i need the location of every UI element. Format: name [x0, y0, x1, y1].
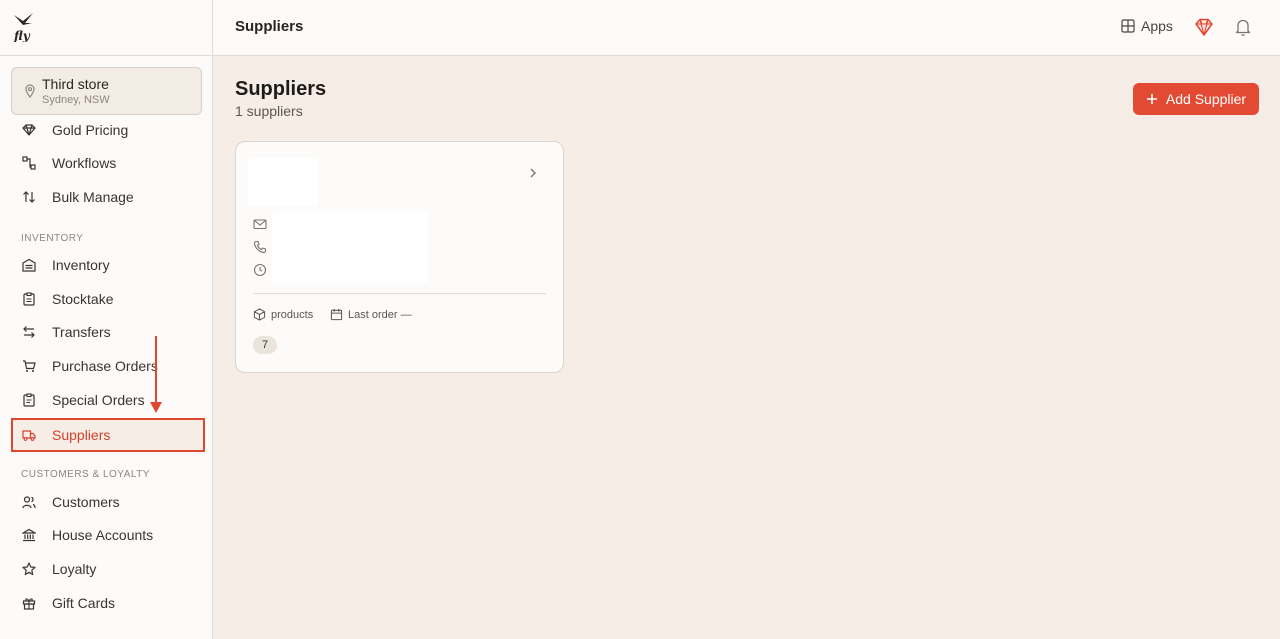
sidebar-item-label: Gold Pricing — [52, 122, 129, 138]
annotation-arrow-head — [150, 402, 162, 413]
apps-button[interactable]: Apps — [1121, 18, 1173, 34]
bank-icon — [21, 527, 37, 543]
products-meta: products — [253, 308, 313, 321]
mail-icon — [253, 219, 267, 230]
bell-icon[interactable] — [1234, 17, 1252, 37]
add-supplier-label: Add Supplier — [1165, 91, 1247, 107]
gift-icon — [21, 595, 37, 611]
sidebar-item-loyalty[interactable]: Loyalty — [11, 552, 205, 586]
truck-icon — [21, 427, 37, 443]
location-pin-icon — [25, 84, 35, 98]
sidebar-item-label: Bulk Manage — [52, 189, 134, 205]
box-icon — [253, 308, 266, 321]
page-title: Suppliers — [235, 78, 327, 100]
sidebar-item-label: Stocktake — [52, 291, 114, 307]
sort-arrows-icon — [21, 189, 37, 205]
sidebar-item-inventory[interactable]: Inventory — [11, 248, 205, 282]
gem-icon[interactable] — [1194, 17, 1214, 37]
sidebar-item-label: Purchase Orders — [52, 358, 158, 374]
apps-label: Apps — [1141, 18, 1173, 34]
sidebar-item-label: Gift Cards — [52, 595, 116, 611]
sidebar-item-gift-cards[interactable]: Gift Cards — [11, 586, 205, 620]
gem-icon — [21, 122, 37, 138]
section-label-customers-loyalty: CUSTOMERS & LOYALTY — [21, 469, 150, 480]
clipboard-icon — [21, 291, 37, 307]
chevron-right-icon[interactable] — [528, 166, 538, 180]
phone-icon — [253, 240, 267, 254]
supplier-card[interactable]: products Last order — 7 — [235, 141, 564, 373]
header-title: Suppliers — [235, 18, 304, 35]
sidebar-item-label: Workflows — [52, 155, 117, 171]
sidebar-item-label: Suppliers — [52, 427, 111, 443]
product-count-badge: 7 — [253, 336, 277, 354]
sidebar-item-label: Inventory — [52, 257, 110, 273]
sidebar-item-purchase-orders[interactable]: Purchase Orders — [11, 349, 205, 383]
products-label: products — [271, 308, 314, 321]
workflow-icon — [21, 155, 37, 171]
section-label-inventory: INVENTORY — [21, 233, 84, 244]
inventory-icon — [21, 257, 37, 273]
store-name: Third store — [42, 76, 109, 92]
sidebar-item-transfers[interactable]: Transfers — [11, 315, 205, 349]
fly-logo-icon[interactable]: fly — [12, 12, 36, 42]
sidebar-item-label: Loyalty — [52, 561, 97, 577]
transfer-icon — [21, 324, 37, 340]
sidebar-item-house-accounts[interactable]: House Accounts — [11, 518, 205, 552]
card-divider — [253, 293, 546, 294]
add-supplier-button[interactable]: Add Supplier — [1133, 83, 1259, 115]
users-icon — [21, 494, 37, 510]
supplier-count: 1 suppliers — [235, 103, 303, 119]
sidebar-item-stocktake[interactable]: Stocktake — [11, 282, 205, 316]
sidebar: fly Third store Sydney, NSW Gold Pricing… — [0, 0, 213, 639]
sidebar-item-bulk-manage[interactable]: Bulk Manage — [11, 180, 205, 214]
star-icon — [21, 561, 37, 577]
clock-icon — [253, 263, 267, 277]
svg-text:fly: fly — [13, 29, 31, 42]
cart-icon — [21, 358, 37, 374]
grid-icon — [1121, 19, 1135, 33]
last-order-meta: Last order — — [330, 308, 412, 321]
top-header: Suppliers Apps — [213, 0, 1280, 56]
clipboard-list-icon — [21, 392, 37, 408]
sidebar-item-label: Customers — [52, 494, 120, 510]
sidebar-divider — [0, 55, 213, 56]
supplier-details-placeholder — [272, 211, 428, 283]
plus-icon — [1146, 94, 1157, 104]
annotation-arrow-line — [155, 336, 157, 404]
last-order-label: Last order — — [348, 308, 412, 321]
sidebar-item-workflows[interactable]: Workflows — [11, 146, 205, 180]
sidebar-item-special-orders[interactable]: Special Orders — [11, 383, 205, 417]
sidebar-item-customers[interactable]: Customers — [11, 485, 205, 519]
store-selector[interactable]: Third store Sydney, NSW — [11, 67, 202, 115]
calendar-icon — [330, 308, 343, 321]
sidebar-item-label: House Accounts — [52, 527, 154, 543]
store-location: Sydney, NSW — [42, 94, 110, 106]
sidebar-item-label: Special Orders — [52, 392, 145, 408]
sidebar-item-gold-pricing[interactable]: Gold Pricing — [11, 113, 205, 147]
sidebar-item-suppliers[interactable]: Suppliers — [11, 418, 205, 452]
supplier-logo-placeholder — [248, 158, 318, 206]
sidebar-item-label: Transfers — [52, 324, 111, 340]
